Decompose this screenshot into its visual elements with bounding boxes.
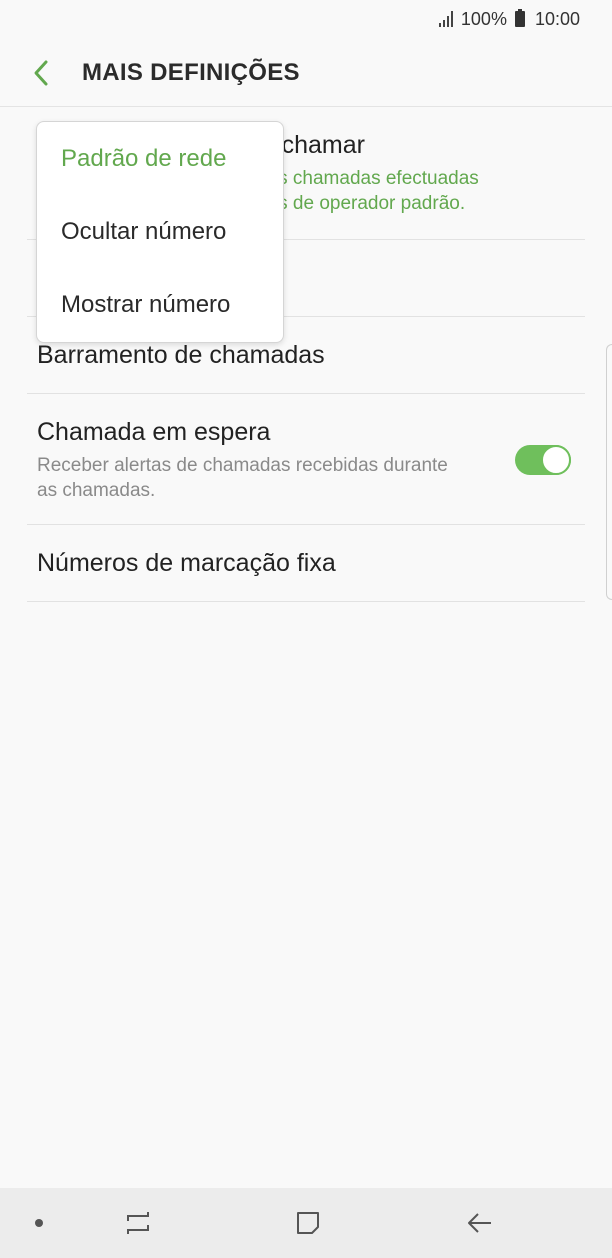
clock: 10:00: [534, 8, 580, 29]
home-icon: [297, 1212, 319, 1234]
back-button[interactable]: [0, 40, 82, 106]
home-button[interactable]: [280, 1188, 336, 1258]
edge-panel-handle[interactable]: [606, 344, 612, 600]
setting-title: Chamada em espera: [37, 418, 271, 446]
battery-percentage: 100%: [460, 8, 507, 29]
battery-icon: [514, 9, 525, 27]
navigation-bar: [0, 1188, 612, 1258]
app-header: MAIS DEFINIÇÕES: [0, 40, 612, 107]
dot-icon: [35, 1219, 43, 1227]
chevron-left-icon: [34, 60, 48, 86]
caller-id-popup-menu: Padrão de rede Ocultar número Mostrar nú…: [36, 121, 284, 343]
recent-apps-button[interactable]: [110, 1188, 166, 1258]
status-bar: 100% 10:00: [0, 0, 612, 38]
signal-icon: [438, 11, 453, 27]
page-title: MAIS DEFINIÇÕES: [82, 59, 300, 86]
back-arrow-icon: [468, 1213, 491, 1233]
back-nav-button[interactable]: [452, 1188, 508, 1258]
menu-item-hide-number[interactable]: Ocultar número: [37, 195, 283, 268]
call-waiting-toggle[interactable]: [515, 445, 571, 475]
menu-item-network-default[interactable]: Padrão de rede: [37, 122, 283, 195]
recent-apps-icon: [127, 1212, 149, 1234]
setting-fixed-dialing-numbers[interactable]: Números de marcação fixa: [27, 525, 585, 602]
nav-dot-button[interactable]: [26, 1188, 52, 1258]
toggle-knob: [541, 445, 571, 475]
subtitle-line-2: ões de operador padrão.: [257, 193, 466, 214]
setting-subtitle: Receber alertas de chamadas recebidas du…: [37, 455, 448, 501]
setting-title: Números de marcação fixa: [37, 548, 336, 577]
menu-item-show-number[interactable]: Mostrar número: [37, 268, 283, 341]
subtitle-line-1: nas chamadas efectuadas: [257, 168, 479, 189]
setting-call-waiting[interactable]: Chamada em espera Receber alertas de cha…: [27, 394, 585, 525]
